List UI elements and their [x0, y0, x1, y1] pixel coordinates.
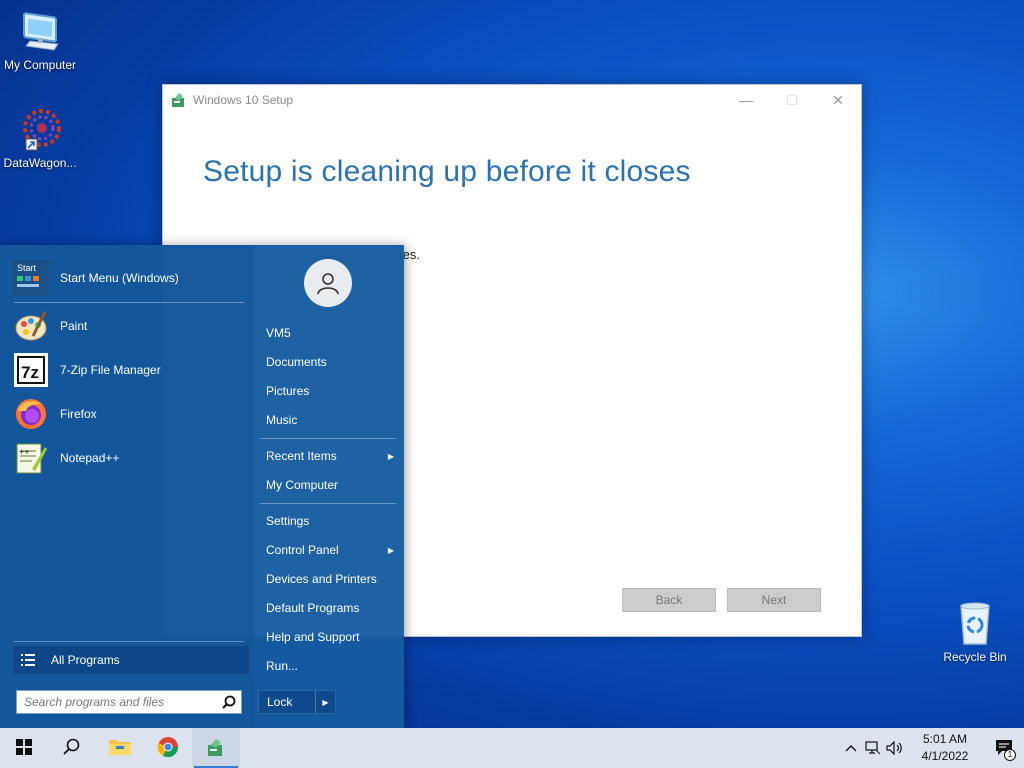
list-icon	[21, 654, 51, 666]
chrome-icon	[157, 736, 179, 761]
places-item-label: Documents	[266, 355, 327, 369]
places-item-pictures[interactable]: Pictures	[260, 378, 398, 404]
start-button[interactable]	[0, 728, 48, 768]
places-item-control-panel[interactable]: Control Panel ▶	[260, 537, 398, 563]
places-item-label: Music	[266, 413, 298, 427]
taskbar-windows-setup[interactable]	[192, 728, 240, 768]
places-item-documents[interactable]: Documents	[260, 349, 398, 375]
start-menu-icon: Start	[12, 259, 50, 297]
windows-setup-icon	[206, 737, 226, 760]
places-item-label: Devices and Printers	[266, 572, 377, 586]
avatar[interactable]	[304, 259, 352, 307]
places-item-recent-items[interactable]: Recent Items ▶	[260, 443, 398, 469]
volume-icon[interactable]	[884, 728, 906, 768]
places-item-label: Run...	[266, 659, 299, 673]
action-center-button[interactable]: 1	[984, 728, 1024, 768]
start-menu: Start Start Menu (Windows) Paint 7z 7-Zi…	[0, 245, 404, 728]
svg-text:++: ++	[19, 447, 30, 457]
places-item-label: Control Panel	[266, 543, 339, 557]
start-menu-programs-pane: Start Start Menu (Windows) Paint 7z 7-Zi…	[0, 245, 254, 728]
program-item-firefox[interactable]: Firefox	[12, 393, 248, 435]
taskbar: 5:01 AM 4/1/2022 1	[0, 728, 1024, 768]
taskbar-search-button[interactable]	[48, 728, 96, 768]
chevron-up-icon[interactable]	[840, 728, 862, 768]
submenu-arrow-icon: ▶	[387, 545, 394, 555]
search-icon[interactable]	[217, 695, 241, 709]
clock-date: 4/1/2022	[921, 749, 969, 763]
places-item-music[interactable]: Music	[260, 407, 398, 433]
places-item-my-computer[interactable]: My Computer	[260, 472, 398, 498]
7zip-icon: 7z	[12, 351, 50, 389]
places-item-default-programs[interactable]: Default Programs	[260, 595, 398, 621]
program-item-7zip[interactable]: 7z 7-Zip File Manager	[12, 349, 248, 391]
minimize-button[interactable]: —	[723, 85, 769, 115]
program-label: Firefox	[60, 407, 97, 421]
system-tray: 5:01 AM 4/1/2022 1	[840, 728, 1024, 768]
search-box[interactable]	[16, 690, 242, 714]
program-item-notepadpp[interactable]: ++ Notepad++	[12, 437, 248, 479]
submenu-arrow-icon: ▶	[387, 451, 394, 461]
places-item-run[interactable]: Run...	[260, 653, 398, 679]
windows-start-icon	[16, 738, 32, 758]
close-button[interactable]: ✕	[815, 85, 861, 115]
network-icon[interactable]	[862, 728, 884, 768]
places-item-settings[interactable]: Settings	[260, 508, 398, 534]
desktop-icon-label: My Computer	[3, 58, 77, 72]
program-label: 7-Zip File Manager	[60, 363, 161, 377]
places-item-label: Pictures	[266, 384, 310, 398]
svg-text:Start: Start	[17, 263, 37, 273]
firefox-icon	[12, 395, 50, 433]
desktop-icon-my-computer[interactable]: My Computer	[0, 8, 80, 72]
clock-time: 5:01 AM	[922, 732, 968, 746]
taskbar-file-explorer[interactable]	[96, 728, 144, 768]
places-item-help-support[interactable]: Help and Support	[260, 624, 398, 650]
computer-icon	[16, 8, 64, 56]
program-label: Start Menu (Windows)	[60, 271, 179, 285]
notepadpp-icon: ++	[12, 439, 50, 477]
program-item-start-menu[interactable]: Start Start Menu (Windows)	[12, 257, 248, 299]
desktop-icon-label: DataWagon...	[3, 156, 77, 170]
file-explorer-icon	[108, 737, 132, 760]
places-item-label: Settings	[266, 514, 310, 528]
places-item-devices-printers[interactable]: Devices and Printers	[260, 566, 398, 592]
paint-icon	[12, 307, 50, 345]
chevron-right-icon[interactable]: ▶	[315, 691, 335, 713]
divider	[14, 641, 244, 642]
divider	[260, 438, 396, 439]
program-label: Paint	[60, 319, 88, 333]
svg-text:7z: 7z	[21, 363, 39, 382]
notification-count-badge: 1	[1004, 749, 1016, 761]
maximize-button[interactable]: ☐	[769, 85, 815, 115]
taskbar-clock[interactable]: 5:01 AM 4/1/2022	[906, 731, 984, 765]
places-item-label: Recent Items	[266, 449, 337, 463]
lock-label: Lock	[267, 695, 293, 709]
program-item-paint[interactable]: Paint	[12, 305, 248, 347]
program-label: Notepad++	[60, 451, 120, 465]
datawagon-icon	[16, 106, 64, 154]
all-programs-button[interactable]: All Programs	[12, 645, 250, 675]
places-item-label: My Computer	[266, 478, 339, 492]
user-name-item[interactable]: VM5	[260, 320, 398, 346]
lock-button[interactable]: Lock ▶	[258, 690, 336, 714]
desktop-icon-recycle-bin[interactable]: Recycle Bin	[935, 600, 1015, 664]
next-button[interactable]: Next	[727, 588, 821, 612]
taskbar-chrome[interactable]	[144, 728, 192, 768]
windows-setup-icon	[171, 92, 187, 108]
all-programs-label: All Programs	[51, 653, 120, 667]
divider	[260, 503, 396, 504]
user-name: VM5	[266, 326, 291, 340]
recycle-bin-icon	[951, 600, 999, 648]
back-button[interactable]: Back	[622, 588, 716, 612]
search-icon	[63, 738, 81, 759]
divider	[14, 302, 244, 303]
desktop-icon-datawagon[interactable]: DataWagon...	[0, 106, 80, 170]
search-input[interactable]	[24, 695, 217, 709]
start-menu-places-pane: VM5 Documents Pictures Music Recent Item…	[254, 245, 404, 728]
places-item-label: Default Programs	[266, 601, 360, 615]
places-item-label: Help and Support	[266, 630, 360, 644]
window-title: Windows 10 Setup	[193, 93, 294, 107]
setup-titlebar[interactable]: Windows 10 Setup — ☐ ✕	[163, 85, 861, 115]
desktop-icon-label: Recycle Bin	[943, 650, 1007, 664]
setup-heading: Setup is cleaning up before it closes	[203, 155, 691, 188]
